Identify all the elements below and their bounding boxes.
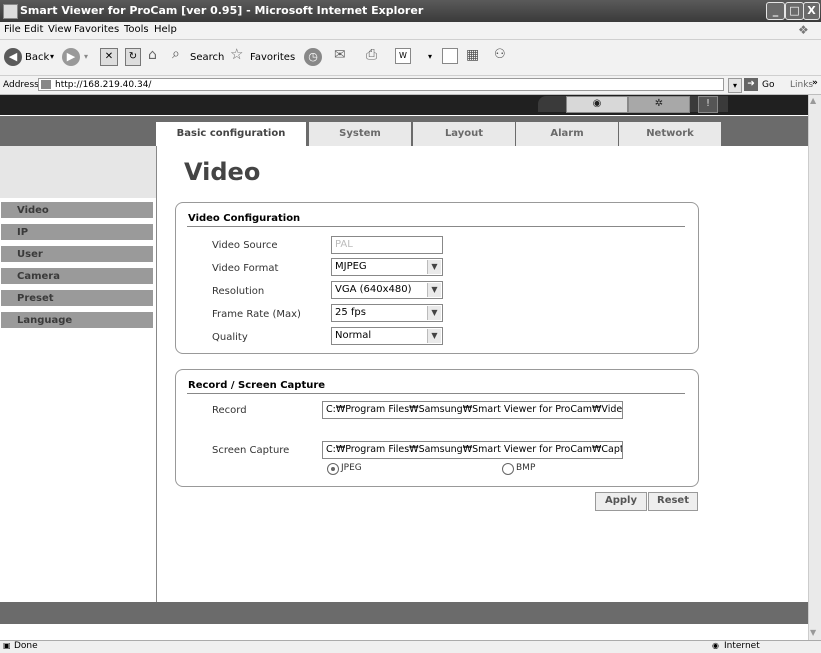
mail-icon[interactable]: ✉ xyxy=(334,47,346,63)
reset-button[interactable]: Reset xyxy=(648,492,698,511)
refresh-icon[interactable]: ↻ xyxy=(125,48,141,66)
video-source-label: Video Source xyxy=(212,240,278,251)
go-arrow-icon[interactable]: ➜ xyxy=(744,78,758,91)
scroll-down-icon[interactable]: ▼ xyxy=(810,628,816,637)
record-label: Record xyxy=(212,405,247,416)
jpeg-radio[interactable] xyxy=(327,463,339,475)
page-title: Video xyxy=(184,158,261,186)
address-input[interactable]: http://168.219.40.34/ xyxy=(38,78,724,91)
print-icon[interactable]: ⎙ xyxy=(366,47,377,63)
edit-word-icon[interactable]: W xyxy=(395,48,411,64)
menu-favorites[interactable]: Favorites xyxy=(74,24,119,35)
sidebar-item-video[interactable]: Video xyxy=(1,202,153,220)
setup-gear-icon[interactable]: ✲ xyxy=(628,96,690,113)
page-icon xyxy=(41,80,51,89)
windows-logo-icon: ❖ xyxy=(798,23,809,37)
sidebar-item-user[interactable]: User xyxy=(1,246,153,264)
tab-system[interactable]: System xyxy=(309,122,411,146)
favorites-star-icon[interactable]: ☆ xyxy=(230,45,243,63)
discuss-icon[interactable] xyxy=(442,48,458,64)
tab-layout[interactable]: Layout xyxy=(413,122,515,146)
favorites-button-label[interactable]: Favorites xyxy=(250,52,295,63)
screen-capture-label: Screen Capture xyxy=(212,445,290,456)
menu-tools[interactable]: Tools xyxy=(124,24,149,35)
zone-text: Internet xyxy=(724,641,760,651)
back-button-label[interactable]: Back xyxy=(25,52,49,63)
divider xyxy=(187,393,685,394)
go-button[interactable]: Go xyxy=(762,80,774,90)
ie-app-icon xyxy=(3,4,18,19)
video-format-select[interactable]: MJPEG ▼ xyxy=(331,258,443,276)
jpeg-label: JPEG xyxy=(341,463,362,473)
forward-arrow-icon[interactable]: ▶ xyxy=(62,48,80,66)
status-text: Done xyxy=(14,641,38,651)
chevron-down-icon[interactable]: ▼ xyxy=(427,283,441,297)
screen-capture-path-input[interactable]: C:₩Program Files₩Samsung₩Smart Viewer fo… xyxy=(322,441,623,459)
links-chevron-icon[interactable]: » xyxy=(812,78,818,88)
edit-dropdown-icon[interactable]: ▾ xyxy=(428,52,432,61)
tab-basic-configuration[interactable]: Basic configuration xyxy=(156,122,306,146)
quality-value: Normal xyxy=(335,330,372,341)
back-dropdown-icon[interactable]: ▾ xyxy=(50,52,54,61)
frame-rate-value: 25 fps xyxy=(335,307,366,318)
forward-dropdown-icon[interactable]: ▾ xyxy=(84,52,88,61)
video-source-field: PAL xyxy=(331,236,443,254)
resolution-value: VGA (640x480) xyxy=(335,284,412,295)
tab-network[interactable]: Network xyxy=(619,122,721,146)
search-icon[interactable]: ⌕ xyxy=(172,46,180,62)
record-path-input[interactable]: C:₩Program Files₩Samsung₩Smart Viewer fo… xyxy=(322,401,623,419)
frame-rate-label: Frame Rate (Max) xyxy=(212,309,301,320)
sidebar-item-ip[interactable]: IP xyxy=(1,224,153,242)
back-arrow-icon[interactable]: ◀ xyxy=(4,48,22,66)
info-icon[interactable]: ! xyxy=(698,96,718,113)
menu-help[interactable]: Help xyxy=(154,24,177,35)
menu-view[interactable]: View xyxy=(48,24,72,35)
live-view-eye-icon[interactable]: ◉ xyxy=(566,96,628,113)
stop-icon[interactable]: ✕ xyxy=(100,48,118,66)
sidebar-item-preset[interactable]: Preset xyxy=(1,290,153,308)
chevron-down-icon[interactable]: ▼ xyxy=(427,260,441,274)
window-title-bar: Smart Viewer for ProCam [ver 0.95] - Mic… xyxy=(0,0,821,22)
address-label: Address xyxy=(3,80,39,90)
close-button[interactable]: X xyxy=(803,2,820,20)
video-format-value: MJPEG xyxy=(335,261,367,272)
scroll-up-icon[interactable]: ▲ xyxy=(810,96,816,105)
quality-select[interactable]: Normal ▼ xyxy=(331,327,443,345)
menu-file[interactable]: File xyxy=(4,24,21,35)
home-icon[interactable]: ⌂ xyxy=(148,47,157,63)
research-icon[interactable]: ▦ xyxy=(466,47,479,63)
chevron-down-icon[interactable]: ▼ xyxy=(427,329,441,343)
record-capture-title: Record / Screen Capture xyxy=(188,380,326,391)
video-format-label: Video Format xyxy=(212,263,279,274)
resolution-label: Resolution xyxy=(212,286,265,297)
apply-button[interactable]: Apply xyxy=(595,492,647,511)
status-bar: ▣ Done ◉ Internet xyxy=(0,640,821,653)
tab-alarm[interactable]: Alarm xyxy=(516,122,618,146)
sidebar-header xyxy=(0,146,156,198)
maximize-button[interactable]: □ xyxy=(785,2,804,20)
quality-label: Quality xyxy=(212,332,248,343)
search-button-label[interactable]: Search xyxy=(190,52,224,63)
app-footer xyxy=(0,602,808,624)
bmp-label: BMP xyxy=(516,463,536,473)
sidebar-item-camera[interactable]: Camera xyxy=(1,268,153,286)
frame-rate-select[interactable]: 25 fps ▼ xyxy=(331,304,443,322)
menu-edit[interactable]: Edit xyxy=(24,24,43,35)
sidebar-item-language[interactable]: Language xyxy=(1,312,153,330)
vertical-scrollbar[interactable] xyxy=(808,95,821,640)
video-configuration-title: Video Configuration xyxy=(188,213,301,224)
address-dropdown-icon[interactable]: ▾ xyxy=(728,78,742,93)
messenger-icon[interactable]: ⚇ xyxy=(494,47,506,62)
internet-zone-icon: ◉ xyxy=(712,641,719,650)
page-done-icon: ▣ xyxy=(3,641,11,650)
chevron-down-icon[interactable]: ▼ xyxy=(427,306,441,320)
bmp-radio[interactable] xyxy=(502,463,514,475)
history-icon[interactable]: ◷ xyxy=(304,48,322,66)
window-title: Smart Viewer for ProCam [ver 0.95] - Mic… xyxy=(20,4,424,17)
divider xyxy=(187,226,685,227)
links-label[interactable]: Links xyxy=(790,80,813,90)
menu-bar: File Edit View Favorites Tools Help ❖ xyxy=(0,22,821,40)
minimize-button[interactable]: _ xyxy=(766,2,785,20)
resolution-select[interactable]: VGA (640x480) ▼ xyxy=(331,281,443,299)
